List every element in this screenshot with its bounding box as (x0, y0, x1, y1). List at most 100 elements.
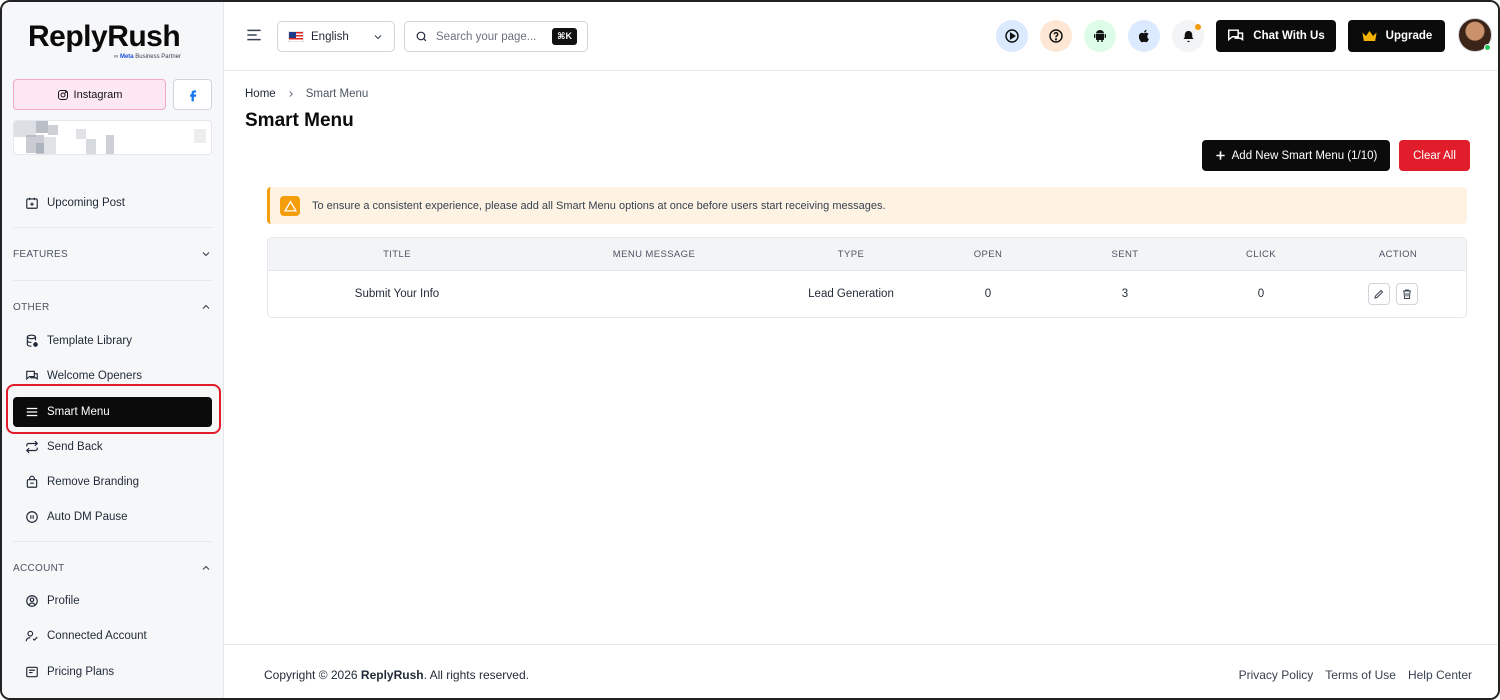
sidebar-item-upcoming-post[interactable]: Upcoming Post (13, 188, 212, 218)
delete-button[interactable] (1396, 283, 1418, 305)
section-label: FEATURES (13, 248, 68, 260)
column-header-click: CLICK (1246, 249, 1276, 260)
calendar-plus-icon (26, 197, 38, 209)
search-shortcut-badge: ⌘K (552, 28, 577, 45)
chat-with-us-button[interactable]: Chat With Us (1216, 20, 1336, 52)
sidebar-item-template-library[interactable]: Template Library (13, 326, 212, 356)
sidebar-item-connected-account[interactable]: Connected Account (13, 621, 212, 651)
sidebar-item-pricing-plans[interactable]: Pricing Plans (13, 657, 212, 687)
pause-icon (26, 511, 38, 523)
sidebar: ReplyRush ∞ Meta Business Partner Instag… (2, 2, 224, 698)
alert-text: To ensure a consistent experience, pleas… (312, 199, 886, 212)
sidebar-item-remove-branding[interactable]: Remove Branding (13, 467, 212, 497)
instagram-label: Instagram (73, 88, 123, 101)
upgrade-label: Upgrade (1385, 30, 1433, 42)
bell-icon (1183, 30, 1193, 42)
database-icon (26, 334, 38, 347)
account-selector[interactable] (13, 120, 212, 155)
sidebar-item-label: Welcome Openers (47, 370, 143, 382)
clear-all-button[interactable]: Clear All (1399, 140, 1470, 171)
language-select[interactable]: English (277, 21, 395, 52)
chevron-up-icon (202, 304, 210, 309)
section-label: ACCOUNT (13, 562, 65, 574)
trash-icon (1403, 289, 1411, 299)
sidebar-item-label: Connected Account (47, 630, 147, 642)
chevron-down-icon (374, 34, 382, 39)
table-header: TITLE MENU MESSAGE TYPE OPEN SENT CLICK … (268, 238, 1466, 271)
notifications-button[interactable] (1172, 20, 1204, 52)
sidebar-item-auto-dm-pause[interactable]: Auto DM Pause (13, 502, 212, 532)
divider (13, 227, 212, 228)
sidebar-item-smart-menu[interactable]: Smart Menu (13, 397, 212, 427)
smart-menu-table: TITLE MENU MESSAGE TYPE OPEN SENT CLICK … (267, 237, 1467, 318)
terms-of-use-link[interactable]: Terms of Use (1325, 668, 1396, 682)
menu-icon (26, 407, 38, 417)
logo-text: ReplyRush (28, 20, 181, 53)
language-label: English (311, 30, 349, 43)
user-check-icon (25, 630, 38, 642)
help-button[interactable] (1040, 20, 1072, 52)
help-center-link[interactable]: Help Center (1408, 668, 1472, 682)
sidebar-toggle-icon[interactable] (246, 28, 262, 42)
column-header-title: TITLE (383, 249, 411, 260)
sidebar-item-label: Pricing Plans (47, 666, 115, 678)
chevron-down-icon (202, 252, 210, 257)
upgrade-button[interactable]: Upgrade (1348, 20, 1445, 52)
crown-icon (1362, 31, 1377, 41)
sidebar-item-label: Profile (47, 595, 80, 607)
add-smart-menu-button[interactable]: Add New Smart Menu (1/10) (1202, 140, 1390, 171)
footer: Copyright © 2026 ReplyRush. All rights r… (224, 644, 1498, 698)
sidebar-item-profile[interactable]: Profile (13, 586, 212, 616)
sidebar-item-send-back[interactable]: Send Back (13, 432, 212, 462)
footer-links: Privacy Policy Terms of Use Help Center (1239, 668, 1472, 682)
ios-app-button[interactable] (1128, 20, 1160, 52)
breadcrumb-home[interactable]: Home (245, 88, 276, 100)
facebook-icon (189, 89, 196, 101)
online-status-dot (1484, 44, 1491, 51)
section-other[interactable]: OTHER (13, 297, 212, 317)
tag-icon (26, 666, 38, 678)
search-icon (416, 31, 427, 42)
section-features[interactable]: FEATURES (13, 244, 212, 264)
chat-bubbles-icon (1228, 29, 1244, 42)
cell-open: 0 (984, 288, 992, 300)
page-title: Smart Menu (245, 110, 354, 131)
top-header: English Search your page... ⌘K Chat With… (224, 2, 1498, 71)
sidebar-item-label: Upcoming Post (47, 197, 125, 209)
search-input[interactable]: Search your page... ⌘K (404, 21, 588, 52)
logo[interactable]: ReplyRush ∞ Meta Business Partner (28, 20, 181, 60)
column-header-action: ACTION (1378, 249, 1418, 260)
android-app-button[interactable] (1084, 20, 1116, 52)
section-account[interactable]: ACCOUNT (13, 558, 212, 578)
facebook-button[interactable] (173, 79, 212, 110)
warning-icon (280, 195, 300, 216)
table-row[interactable]: Submit Your Info Lead Generation 0 3 0 (268, 271, 1466, 317)
divider (13, 280, 212, 281)
user-circle-icon (26, 595, 38, 607)
chevron-right-icon (289, 91, 293, 97)
column-header-sent: SENT (1111, 249, 1139, 260)
repeat-icon (25, 440, 39, 454)
edit-button[interactable] (1368, 283, 1390, 305)
pencil-icon (1374, 289, 1384, 299)
app-window: ReplyRush ∞ Meta Business Partner Instag… (0, 0, 1500, 700)
apple-icon (1138, 29, 1149, 43)
add-button-label: Add New Smart Menu (1/10) (1231, 149, 1378, 162)
play-icon (1005, 29, 1019, 43)
sidebar-item-label: Smart Menu (47, 406, 110, 418)
instagram-button[interactable]: Instagram (13, 79, 166, 110)
search-placeholder: Search your page... (436, 30, 537, 43)
sidebar-item-label: Auto DM Pause (47, 511, 128, 523)
column-header-open: OPEN (973, 249, 1003, 260)
sidebar-item-label: Remove Branding (47, 476, 140, 488)
sidebar-item-label: Template Library (47, 335, 133, 347)
cell-sent: 3 (1121, 288, 1129, 300)
copyright-text: Copyright © 2026 ReplyRush. All rights r… (264, 668, 529, 682)
warning-alert: To ensure a consistent experience, pleas… (267, 187, 1467, 224)
sidebar-item-label: Send Back (47, 441, 103, 453)
privacy-policy-link[interactable]: Privacy Policy (1239, 668, 1314, 682)
instagram-icon (57, 89, 68, 100)
main-content: Home Smart Menu Smart Menu Add New Smart… (224, 72, 1498, 644)
chat-label: Chat With Us (1253, 30, 1325, 42)
play-tutorial-button[interactable] (996, 20, 1028, 52)
